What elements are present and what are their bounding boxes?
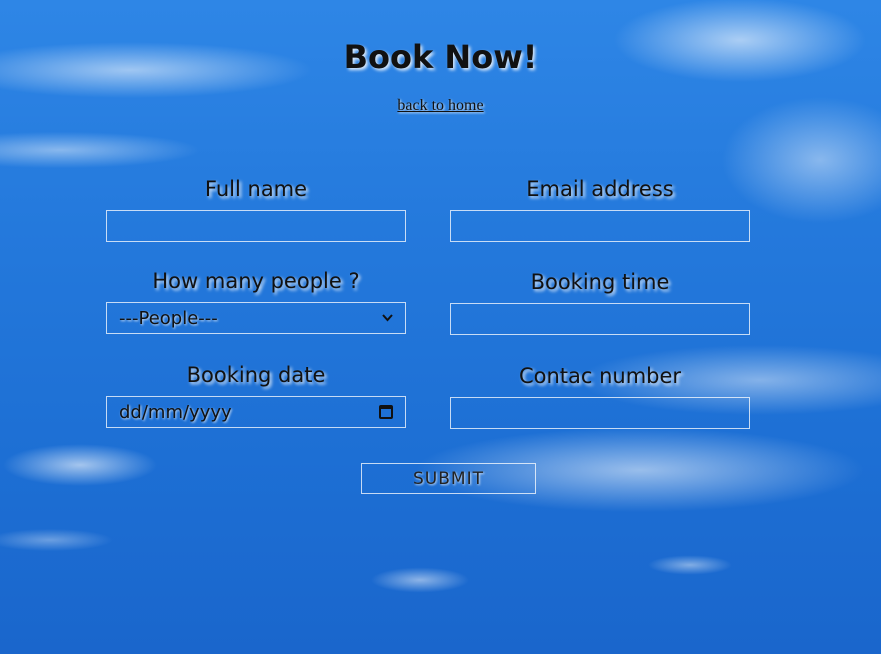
- email-group: Email address: [450, 172, 750, 242]
- submit-button[interactable]: SUBMIT: [361, 463, 536, 494]
- page-title: Book Now!: [343, 38, 538, 76]
- booking-time-field-box[interactable]: [450, 303, 750, 335]
- booking-time-label: Booking time: [530, 270, 670, 294]
- booking-date-label: Booking date: [186, 363, 326, 387]
- email-label: Email address: [526, 177, 674, 201]
- contact-number-group: Contac number: [450, 359, 750, 429]
- booking-time-group: Booking time: [450, 265, 750, 335]
- people-selected-value: ---People---: [119, 307, 218, 329]
- full-name-group: Full name: [106, 172, 406, 242]
- full-name-input[interactable]: [119, 210, 393, 242]
- full-name-field-box[interactable]: [106, 210, 406, 242]
- email-input[interactable]: [463, 210, 737, 242]
- back-to-home-link[interactable]: back to home: [397, 97, 483, 114]
- back-link-container: back to home: [0, 97, 881, 115]
- booking-date-placeholder: dd/mm/yyyy: [119, 401, 232, 423]
- full-name-label: Full name: [204, 177, 308, 201]
- email-field-box[interactable]: [450, 210, 750, 242]
- calendar-icon[interactable]: [379, 405, 393, 419]
- people-select[interactable]: ---People---: [106, 302, 406, 334]
- contact-number-field-box[interactable]: [450, 397, 750, 429]
- contact-number-label: Contac number: [518, 364, 682, 388]
- chevron-down-icon: [382, 311, 393, 325]
- people-group: How many people ? ---People---: [106, 264, 406, 334]
- booking-date-group: Booking date dd/mm/yyyy: [106, 358, 406, 428]
- people-label: How many people ?: [152, 269, 360, 293]
- booking-time-input[interactable]: [463, 303, 737, 335]
- contact-number-input[interactable]: [463, 397, 737, 429]
- booking-date-input[interactable]: dd/mm/yyyy: [106, 396, 406, 428]
